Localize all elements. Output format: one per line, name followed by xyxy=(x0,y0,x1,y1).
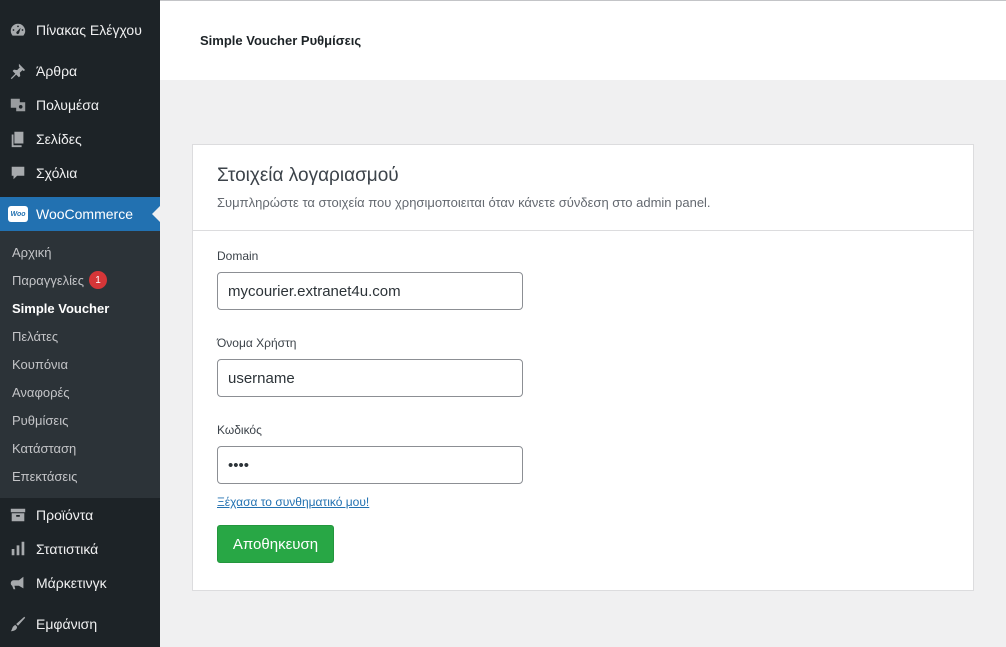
page-header: Simple Voucher Ρυθμίσεις xyxy=(160,0,1006,80)
submenu-item-coupons[interactable]: Κουπόνια xyxy=(0,350,160,378)
media-icon xyxy=(8,95,28,115)
submenu-item-extensions[interactable]: Επεκτάσεις xyxy=(0,462,160,490)
card-title: Στοιχεία λογαριασμού xyxy=(217,165,399,186)
submenu-item-status[interactable]: Κατάσταση xyxy=(0,434,160,462)
sidebar-item-woocommerce[interactable]: Woo WooCommerce xyxy=(0,197,160,231)
sidebar-label: Άρθρα xyxy=(36,63,78,79)
pin-icon xyxy=(8,61,28,81)
sidebar-label: Πίνακας Ελέγχου xyxy=(36,22,142,38)
account-form: Domain Όνομα Χρήστη Κωδικός Ξέχασα το συ… xyxy=(193,231,973,563)
sidebar-label: Εμφάνιση xyxy=(36,616,98,632)
chart-bar-icon xyxy=(8,539,28,559)
dashboard-icon xyxy=(8,20,28,40)
orders-count-badge: 1 xyxy=(89,271,108,289)
sidebar-item-appearance[interactable]: Εμφάνιση xyxy=(0,607,160,641)
submenu-label: Παραγγελίες xyxy=(12,272,85,288)
comment-icon xyxy=(8,163,28,183)
password-input[interactable] xyxy=(217,446,523,484)
submenu-item-customers[interactable]: Πελάτες xyxy=(0,322,160,350)
submenu-item-reports[interactable]: Αναφορές xyxy=(0,378,160,406)
password-label: Κωδικός xyxy=(217,423,262,437)
sidebar-item-products[interactable]: Προϊόντα xyxy=(0,498,160,532)
sidebar-label: Πολυμέσα xyxy=(36,97,99,113)
megaphone-icon xyxy=(8,573,28,593)
submenu-item-orders[interactable]: Παραγγελίες 1 xyxy=(0,266,160,294)
sidebar-item-comments[interactable]: Σχόλια xyxy=(0,156,160,190)
pages-icon xyxy=(8,129,28,149)
sidebar-item-marketing[interactable]: Μάρκετινγκ xyxy=(0,566,160,600)
sidebar-item-dashboard[interactable]: Πίνακας Ελέγχου xyxy=(0,13,160,47)
save-button[interactable]: Αποθηκευση xyxy=(217,525,334,563)
username-label: Όνομα Χρήστη xyxy=(217,336,297,350)
submenu-item-simple-voucher[interactable]: Simple Voucher xyxy=(0,294,160,322)
archive-icon xyxy=(8,505,28,525)
sidebar-label: Σελίδες xyxy=(36,131,82,147)
admin-sidebar: Πίνακας Ελέγχου Άρθρα Πολυμέσα Σελίδες Σ… xyxy=(0,0,160,647)
forgot-password-link[interactable]: Ξέχασα το συνθηματικό μου! xyxy=(217,495,949,509)
sidebar-label: WooCommerce xyxy=(36,206,133,222)
domain-input[interactable] xyxy=(217,272,523,310)
username-input[interactable] xyxy=(217,359,523,397)
woocommerce-icon: Woo xyxy=(8,204,28,224)
paintbrush-icon xyxy=(8,614,28,634)
sidebar-item-analytics[interactable]: Στατιστικά xyxy=(0,532,160,566)
sidebar-label: Μάρκετινγκ xyxy=(36,575,107,591)
woocommerce-submenu: Αρχική Παραγγελίες 1 Simple Voucher Πελά… xyxy=(0,231,160,498)
sidebar-item-media[interactable]: Πολυμέσα xyxy=(0,88,160,122)
page-title: Simple Voucher Ρυθμίσεις xyxy=(200,33,362,48)
sidebar-label: Στατιστικά xyxy=(36,541,99,557)
card-header: Στοιχεία λογαριασμού Συμπληρώστε τα στοι… xyxy=(193,145,973,231)
sidebar-item-posts[interactable]: Άρθρα xyxy=(0,54,160,88)
sidebar-label: Σχόλια xyxy=(36,165,78,181)
submenu-item-home[interactable]: Αρχική xyxy=(0,238,160,266)
sidebar-label: Προϊόντα xyxy=(36,507,94,523)
card-description: Συμπληρώστε τα στοιχεία που χρησιμοποιει… xyxy=(217,195,711,210)
account-settings-card: Στοιχεία λογαριασμού Συμπληρώστε τα στοι… xyxy=(192,144,974,591)
sidebar-item-pages[interactable]: Σελίδες xyxy=(0,122,160,156)
submenu-item-settings[interactable]: Ρυθμίσεις xyxy=(0,406,160,434)
domain-label: Domain xyxy=(217,249,259,263)
